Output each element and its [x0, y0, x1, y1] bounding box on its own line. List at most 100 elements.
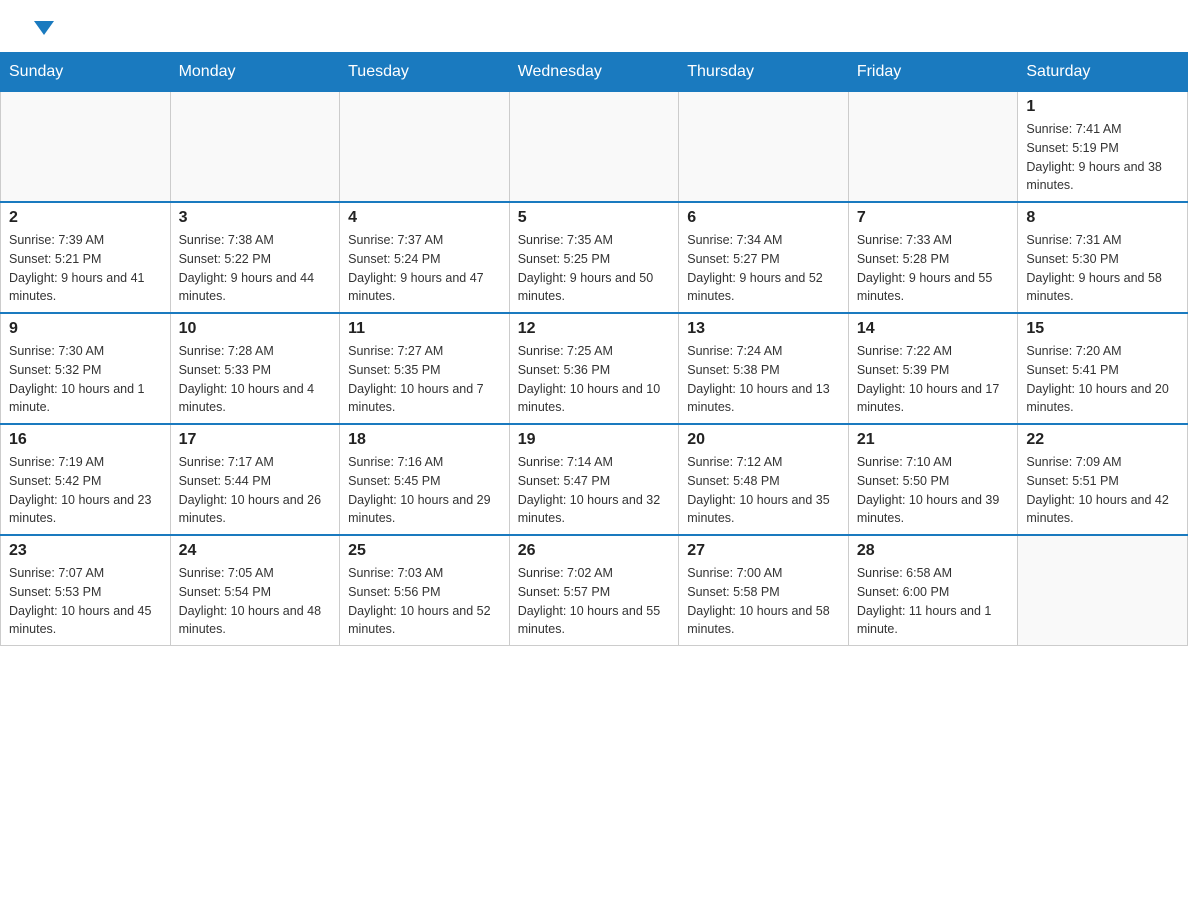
calendar-cell: 6 Sunrise: 7:34 AM Sunset: 5:27 PM Daylig…: [679, 202, 849, 313]
day-info: Sunrise: 7:14 AM Sunset: 5:47 PM Dayligh…: [518, 453, 671, 528]
calendar-week-row: 9 Sunrise: 7:30 AM Sunset: 5:32 PM Daylig…: [1, 313, 1188, 424]
day-number: 25: [348, 542, 501, 560]
calendar-cell: 26 Sunrise: 7:02 AM Sunset: 5:57 PM Dayli…: [509, 535, 679, 646]
calendar-table: SundayMondayTuesdayWednesdayThursdayFrid…: [0, 52, 1188, 646]
day-number: 10: [179, 320, 332, 338]
calendar-cell: [509, 92, 679, 203]
day-info: Sunrise: 7:10 AM Sunset: 5:50 PM Dayligh…: [857, 453, 1010, 528]
calendar-cell: [170, 92, 340, 203]
day-info: Sunrise: 7:05 AM Sunset: 5:54 PM Dayligh…: [179, 564, 332, 639]
calendar-cell: 13 Sunrise: 7:24 AM Sunset: 5:38 PM Dayli…: [679, 313, 849, 424]
calendar-cell: 7 Sunrise: 7:33 AM Sunset: 5:28 PM Daylig…: [848, 202, 1018, 313]
day-number: 11: [348, 320, 501, 338]
day-info: Sunrise: 7:28 AM Sunset: 5:33 PM Dayligh…: [179, 342, 332, 417]
day-info: Sunrise: 7:16 AM Sunset: 5:45 PM Dayligh…: [348, 453, 501, 528]
day-number: 23: [9, 542, 162, 560]
day-number: 24: [179, 542, 332, 560]
calendar-cell: 12 Sunrise: 7:25 AM Sunset: 5:36 PM Dayli…: [509, 313, 679, 424]
day-info: Sunrise: 7:19 AM Sunset: 5:42 PM Dayligh…: [9, 453, 162, 528]
calendar-cell: [679, 92, 849, 203]
calendar-day-header: Friday: [848, 53, 1018, 92]
calendar-cell: 17Sunrise: 7:17 AM Sunset: 5:44 PM Dayli…: [170, 424, 340, 535]
day-info: Sunrise: 7:30 AM Sunset: 5:32 PM Dayligh…: [9, 342, 162, 417]
day-number: 22: [1026, 431, 1179, 449]
day-info: Sunrise: 6:58 AM Sunset: 6:00 PM Dayligh…: [857, 564, 1010, 639]
day-number: 21: [857, 431, 1010, 449]
day-number: 5: [518, 209, 671, 227]
calendar-cell: 2Sunrise: 7:39 AM Sunset: 5:21 PM Daylig…: [1, 202, 171, 313]
day-info: Sunrise: 7:07 AM Sunset: 5:53 PM Dayligh…: [9, 564, 162, 639]
calendar-day-header: Saturday: [1018, 53, 1188, 92]
calendar-cell: 24 Sunrise: 7:05 AM Sunset: 5:54 PM Dayli…: [170, 535, 340, 646]
logo: [32, 24, 54, 34]
calendar-week-row: 23 Sunrise: 7:07 AM Sunset: 5:53 PM Dayli…: [1, 535, 1188, 646]
logo-triangle-icon: [34, 21, 54, 35]
day-info: Sunrise: 7:12 AM Sunset: 5:48 PM Dayligh…: [687, 453, 840, 528]
day-info: Sunrise: 7:09 AM Sunset: 5:51 PM Dayligh…: [1026, 453, 1179, 528]
calendar-cell: 16 Sunrise: 7:19 AM Sunset: 5:42 PM Dayli…: [1, 424, 171, 535]
calendar-cell: [1018, 535, 1188, 646]
calendar-cell: 23 Sunrise: 7:07 AM Sunset: 5:53 PM Dayli…: [1, 535, 171, 646]
day-number: 28: [857, 542, 1010, 560]
calendar-cell: [848, 92, 1018, 203]
calendar-cell: 9 Sunrise: 7:30 AM Sunset: 5:32 PM Daylig…: [1, 313, 171, 424]
calendar-day-header: Monday: [170, 53, 340, 92]
day-info: Sunrise: 7:37 AM Sunset: 5:24 PM Dayligh…: [348, 231, 501, 306]
calendar-week-row: 16 Sunrise: 7:19 AM Sunset: 5:42 PM Dayli…: [1, 424, 1188, 535]
calendar-cell: 8Sunrise: 7:31 AM Sunset: 5:30 PM Daylig…: [1018, 202, 1188, 313]
calendar-cell: 10 Sunrise: 7:28 AM Sunset: 5:33 PM Dayli…: [170, 313, 340, 424]
calendar-cell: 19 Sunrise: 7:14 AM Sunset: 5:47 PM Dayli…: [509, 424, 679, 535]
day-info: Sunrise: 7:31 AM Sunset: 5:30 PM Dayligh…: [1026, 231, 1179, 306]
calendar-cell: 15 Sunrise: 7:20 AM Sunset: 5:41 PM Dayli…: [1018, 313, 1188, 424]
calendar-week-row: 2Sunrise: 7:39 AM Sunset: 5:21 PM Daylig…: [1, 202, 1188, 313]
day-number: 26: [518, 542, 671, 560]
calendar-cell: 25 Sunrise: 7:03 AM Sunset: 5:56 PM Dayli…: [340, 535, 510, 646]
day-number: 14: [857, 320, 1010, 338]
day-number: 2: [9, 209, 162, 227]
calendar-cell: 3Sunrise: 7:38 AM Sunset: 5:22 PM Daylig…: [170, 202, 340, 313]
page-header: [0, 0, 1188, 44]
day-number: 27: [687, 542, 840, 560]
day-info: Sunrise: 7:33 AM Sunset: 5:28 PM Dayligh…: [857, 231, 1010, 306]
calendar-day-header: Wednesday: [509, 53, 679, 92]
day-info: Sunrise: 7:17 AM Sunset: 5:44 PM Dayligh…: [179, 453, 332, 528]
day-info: Sunrise: 7:20 AM Sunset: 5:41 PM Dayligh…: [1026, 342, 1179, 417]
day-number: 4: [348, 209, 501, 227]
calendar-cell: 1 Sunrise: 7:41 AM Sunset: 5:19 PM Daylig…: [1018, 92, 1188, 203]
day-info: Sunrise: 7:27 AM Sunset: 5:35 PM Dayligh…: [348, 342, 501, 417]
day-number: 18: [348, 431, 501, 449]
calendar-day-header: Tuesday: [340, 53, 510, 92]
calendar-cell: 5 Sunrise: 7:35 AM Sunset: 5:25 PM Daylig…: [509, 202, 679, 313]
day-info: Sunrise: 7:35 AM Sunset: 5:25 PM Dayligh…: [518, 231, 671, 306]
day-info: Sunrise: 7:22 AM Sunset: 5:39 PM Dayligh…: [857, 342, 1010, 417]
day-info: Sunrise: 7:25 AM Sunset: 5:36 PM Dayligh…: [518, 342, 671, 417]
calendar-cell: 18 Sunrise: 7:16 AM Sunset: 5:45 PM Dayli…: [340, 424, 510, 535]
day-info: Sunrise: 7:34 AM Sunset: 5:27 PM Dayligh…: [687, 231, 840, 306]
day-number: 16: [9, 431, 162, 449]
calendar-cell: 20 Sunrise: 7:12 AM Sunset: 5:48 PM Dayli…: [679, 424, 849, 535]
calendar-cell: 22 Sunrise: 7:09 AM Sunset: 5:51 PM Dayli…: [1018, 424, 1188, 535]
day-info: Sunrise: 7:03 AM Sunset: 5:56 PM Dayligh…: [348, 564, 501, 639]
calendar-day-header: Sunday: [1, 53, 171, 92]
day-info: Sunrise: 7:00 AM Sunset: 5:58 PM Dayligh…: [687, 564, 840, 639]
calendar-cell: 4 Sunrise: 7:37 AM Sunset: 5:24 PM Daylig…: [340, 202, 510, 313]
day-info: Sunrise: 7:02 AM Sunset: 5:57 PM Dayligh…: [518, 564, 671, 639]
day-info: Sunrise: 7:38 AM Sunset: 5:22 PM Dayligh…: [179, 231, 332, 306]
day-number: 9: [9, 320, 162, 338]
day-info: Sunrise: 7:41 AM Sunset: 5:19 PM Dayligh…: [1026, 120, 1179, 195]
day-number: 7: [857, 209, 1010, 227]
calendar-day-header: Thursday: [679, 53, 849, 92]
day-number: 19: [518, 431, 671, 449]
day-number: 12: [518, 320, 671, 338]
calendar-cell: [1, 92, 171, 203]
day-number: 13: [687, 320, 840, 338]
day-number: 20: [687, 431, 840, 449]
day-number: 6: [687, 209, 840, 227]
calendar-cell: 14 Sunrise: 7:22 AM Sunset: 5:39 PM Dayli…: [848, 313, 1018, 424]
day-number: 15: [1026, 320, 1179, 338]
calendar-header-row: SundayMondayTuesdayWednesdayThursdayFrid…: [1, 53, 1188, 92]
day-info: Sunrise: 7:24 AM Sunset: 5:38 PM Dayligh…: [687, 342, 840, 417]
calendar-cell: 21 Sunrise: 7:10 AM Sunset: 5:50 PM Dayli…: [848, 424, 1018, 535]
day-number: 1: [1026, 98, 1179, 116]
calendar-cell: 11 Sunrise: 7:27 AM Sunset: 5:35 PM Dayli…: [340, 313, 510, 424]
